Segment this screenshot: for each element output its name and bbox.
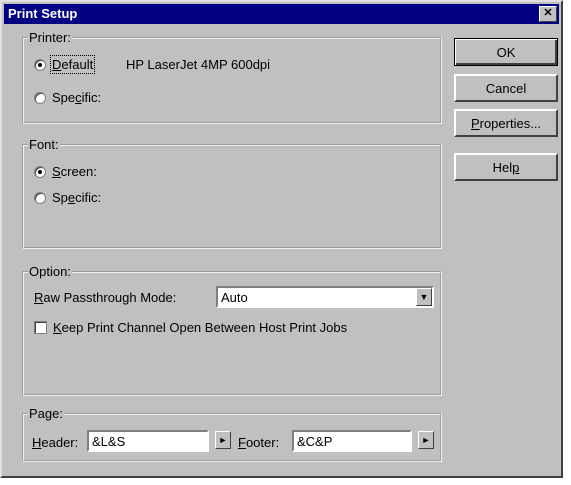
cancel-button-label: Cancel: [485, 80, 527, 96]
printer-group: Printer:: [22, 30, 442, 124]
font-screen-label: Screen:: [52, 164, 97, 179]
footer-value: &C&P: [297, 434, 333, 449]
help-button[interactable]: Help: [454, 153, 558, 181]
font-group-label: Font:: [29, 137, 59, 152]
raw-passthrough-select[interactable]: Auto ▼: [216, 286, 434, 308]
ok-button-label: OK: [496, 44, 516, 60]
font-specific-label: Specific:: [52, 190, 102, 205]
printer-group-label: Printer:: [29, 30, 71, 45]
printer-default-radio[interactable]: [34, 58, 46, 71]
printer-specific-label: Specific:: [52, 90, 102, 105]
font-specific-radio[interactable]: [34, 191, 46, 204]
close-icon[interactable]: ✕: [539, 6, 557, 22]
header-insert-arrow-icon[interactable]: ►: [215, 431, 231, 449]
print-setup-dialog: Print Setup ✕ Printer: Default HP LaserJ…: [0, 0, 563, 478]
header-input[interactable]: &L&S: [87, 430, 209, 452]
font-specific-option[interactable]: Specific:: [34, 190, 101, 205]
raw-passthrough-label: Raw Passthrough Mode:: [34, 290, 177, 305]
option-group-label: Option:: [29, 264, 71, 279]
raw-passthrough-value: Auto: [221, 290, 248, 305]
printer-name: HP LaserJet 4MP 600dpi: [126, 57, 271, 72]
font-screen-radio[interactable]: [34, 165, 46, 178]
header-label: Header:: [32, 435, 79, 450]
properties-button-label: Properties...: [470, 115, 542, 131]
printer-name-row: HP LaserJet 4MP 600dpi: [126, 57, 270, 72]
footer-label: Footer:: [238, 435, 280, 450]
printer-default-label: Default: [49, 55, 96, 74]
printer-specific-option[interactable]: Specific:: [34, 90, 101, 105]
dropdown-arrow-icon[interactable]: ▼: [416, 288, 432, 306]
printer-specific-radio[interactable]: [34, 91, 46, 104]
page-group-label: Page:: [29, 406, 63, 421]
keep-channel-label: Keep Print Channel Open Between Host Pri…: [53, 320, 348, 335]
footer-insert-arrow-icon[interactable]: ►: [418, 431, 434, 449]
keep-channel-checkbox[interactable]: [34, 321, 47, 334]
footer-input[interactable]: &C&P: [292, 430, 412, 452]
keep-channel-option[interactable]: Keep Print Channel Open Between Host Pri…: [34, 320, 347, 335]
ok-button[interactable]: OK: [454, 38, 558, 66]
window-title: Print Setup: [8, 6, 78, 21]
title-bar: Print Setup ✕: [4, 4, 559, 24]
help-button-label: Help: [492, 159, 520, 175]
properties-button[interactable]: Properties...: [454, 109, 558, 137]
cancel-button[interactable]: Cancel: [454, 74, 558, 102]
printer-default-option[interactable]: Default: [34, 55, 96, 74]
header-value: &L&S: [92, 434, 126, 449]
font-screen-option[interactable]: Screen:: [34, 164, 97, 179]
